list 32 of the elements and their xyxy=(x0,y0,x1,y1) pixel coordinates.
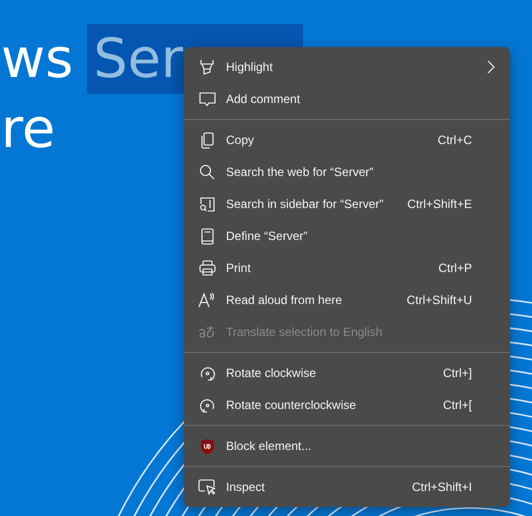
shortcut-text: Ctrl+Shift+I xyxy=(412,480,472,494)
menu-item[interactable]: Copy Ctrl+C xyxy=(184,124,510,156)
menu-item[interactable]: Read aloud from here Ctrl+Shift+U xyxy=(184,284,510,316)
menu-item[interactable]: Rotate clockwise Ctrl+] xyxy=(184,357,510,389)
menu-item[interactable]: Print Ctrl+P xyxy=(184,252,510,284)
shortcut-text: Ctrl+Shift+E xyxy=(407,197,472,211)
highlighter-icon xyxy=(199,59,215,75)
sidebar-search-icon xyxy=(199,196,215,212)
translate-icon xyxy=(198,325,216,339)
shortcut-text: Ctrl+] xyxy=(442,366,472,380)
menu-item[interactable]: Search in sidebar for “Server” Ctrl+Shift+E xyxy=(184,188,510,220)
comment-icon xyxy=(198,91,216,107)
printer-icon xyxy=(198,260,216,276)
heading-text: ws xyxy=(1,26,74,92)
shortcut-text: Ctrl+[ xyxy=(442,398,472,412)
inspect-icon xyxy=(198,479,216,495)
search-icon xyxy=(199,164,215,180)
rotate-clockwise-icon xyxy=(198,364,216,382)
shortcut-text: Ctrl+Shift+U xyxy=(406,293,472,307)
read-aloud-icon xyxy=(198,292,216,308)
shield-icon xyxy=(200,438,214,454)
menu-item[interactable]: Block element... xyxy=(184,430,510,462)
menu-item[interactable]: Rotate counterclockwise Ctrl+[ xyxy=(184,389,510,421)
menu-item[interactable]: Inspect Ctrl+Shift+I xyxy=(184,471,510,503)
shortcut-text: Ctrl+C xyxy=(438,133,472,147)
copy-icon xyxy=(200,132,214,148)
menu-item[interactable]: Search the web for “Server” xyxy=(184,156,510,188)
book-icon xyxy=(200,228,214,244)
rotate-counterclockwise-icon xyxy=(198,396,216,414)
heading-text: re xyxy=(1,96,56,162)
shortcut-text: Ctrl+P xyxy=(438,261,472,275)
menu-item[interactable]: Define “Server” xyxy=(184,220,510,252)
